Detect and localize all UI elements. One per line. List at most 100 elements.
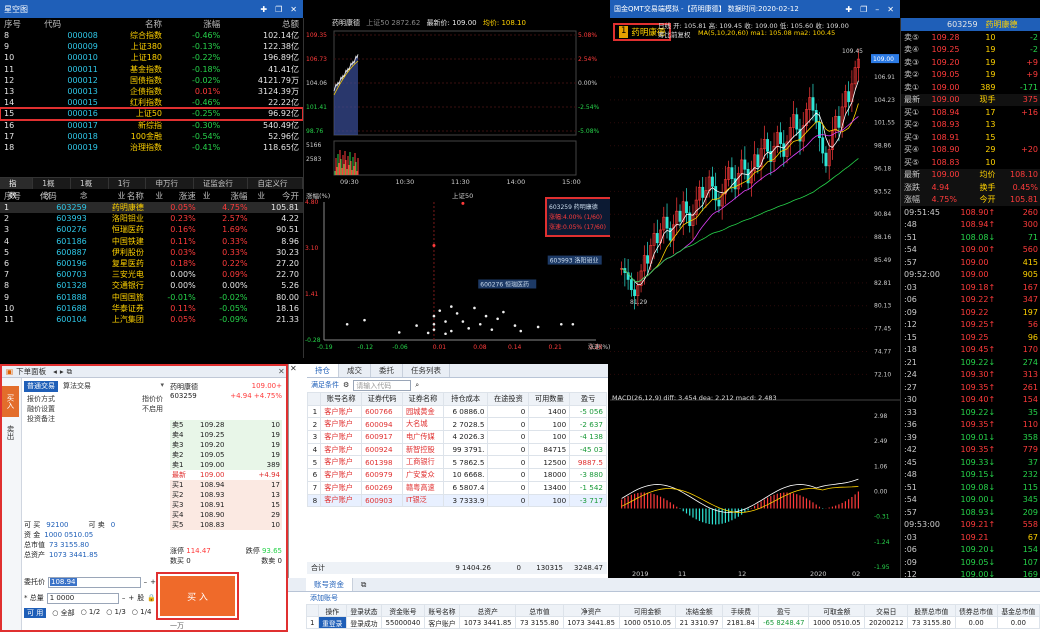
popout-icon[interactable]: ⧉	[353, 578, 374, 591]
index-col-header[interactable]: 代码	[40, 18, 102, 30]
ratio-radio[interactable]: ○ 1/2	[81, 608, 101, 618]
search-icon[interactable]: ⌕	[415, 381, 419, 390]
scatter-point[interactable]	[444, 332, 447, 336]
account-col-header[interactable]: 盈亏	[758, 604, 810, 617]
account-col-header[interactable]: 可取金额	[808, 604, 866, 617]
orderbook-row[interactable]: 卖2 109.05 19	[170, 450, 282, 460]
holdings-col-header[interactable]: 可用数量	[528, 392, 571, 406]
filter-label[interactable]: 满足条件	[311, 380, 339, 390]
table-cell[interactable]: 重登录	[317, 616, 347, 629]
orderbook-row[interactable]: 卖1 109.00 389	[170, 460, 282, 470]
scatter-point[interactable]	[513, 324, 517, 327]
table-row[interactable]: 13 000013 企债指数 0.01% 3124.39万	[0, 86, 303, 97]
index-col-header[interactable]: 序号	[0, 18, 40, 30]
scatter-point[interactable]	[484, 314, 488, 318]
account-col-header[interactable]: 净资产	[562, 604, 620, 617]
scatter-point[interactable]	[473, 306, 476, 310]
side-sell-tab[interactable]: 卖出	[2, 417, 19, 448]
quote-row[interactable]: 最新 109.00 均价 108.10	[901, 168, 1040, 181]
quote-row[interactable]: 卖② 109.05 19 +9	[901, 69, 1040, 82]
quote-row[interactable]: 买④ 108.90 29 +20	[901, 144, 1040, 157]
table-row[interactable]: 8 000008 综合指数 -0.46% 102.14亿	[0, 30, 303, 41]
table-row[interactable]: 10 601688 华泰证券 0.11% -0.05% 18.16	[0, 303, 303, 314]
scatter-point[interactable]	[438, 309, 442, 312]
table-row[interactable]: 9 601888 中国国旅 -0.01% -0.02% 80.00	[0, 292, 303, 303]
scatter-point[interactable]	[519, 329, 523, 333]
account-col-header[interactable]: 手续费	[722, 604, 760, 617]
scatter-point[interactable]	[478, 322, 482, 326]
tab-index-category[interactable]: 1概念	[33, 178, 71, 200]
account-col-header[interactable]: 股票总市值	[907, 604, 956, 617]
close-icon[interactable]: ✕	[278, 367, 285, 376]
quote-row[interactable]: 最新 109.00 现手 375	[901, 93, 1040, 106]
candle-body[interactable]	[730, 167, 734, 179]
tab-holdings[interactable]: 任务列表	[403, 364, 450, 377]
tab-normal-trade[interactable]: 普通交易	[24, 381, 58, 392]
prev-icon[interactable]: ◂	[53, 367, 57, 376]
account-col-header[interactable]	[306, 604, 319, 617]
table-row[interactable]: 15 000016 上证50 -0.25% 96.92亿	[0, 107, 303, 121]
table-row[interactable]: 2 603993 洛阳钼业 0.23% 2.57% 4.22	[0, 213, 303, 224]
table-row[interactable]: 6 600196 复星医药 0.18% 0.22% 27.20	[0, 258, 303, 269]
price-input[interactable]: 108.94	[48, 576, 141, 588]
quote-row[interactable]: 涨幅 4.75% 今开 105.81	[901, 193, 1040, 206]
candle-body[interactable]	[701, 186, 705, 198]
table-row[interactable]: 8 客户账户 600903 IT银泛 3 7333.9 0 100 -3 717	[306, 493, 607, 508]
orderbook-row[interactable]: 买3 108.91 15	[170, 500, 282, 510]
pin-icon[interactable]: ✚	[845, 5, 852, 14]
table-row[interactable]: 7 600703 三安光电 0.00% 0.09% 22.70	[0, 269, 303, 280]
popout-icon[interactable]: ⧉	[67, 367, 72, 377]
minus-icon[interactable]: –	[122, 594, 126, 602]
tab-index-category[interactable]: 申万行业	[146, 178, 194, 200]
scatter-point[interactable]	[502, 310, 505, 314]
scatter-point[interactable]	[432, 328, 436, 331]
candle-body[interactable]	[795, 114, 799, 130]
table-row[interactable]: 9 000009 上证380 -0.13% 122.38亿	[0, 41, 303, 52]
scatter-point[interactable]	[432, 243, 436, 247]
scatter-point[interactable]	[571, 322, 575, 326]
field-value[interactable]: 指价价	[103, 394, 166, 404]
table-row[interactable]: 5 客户账户 601398 工商银行 5 7862.5 0 12500 9887.5	[306, 455, 607, 470]
holdings-col-header[interactable]: 证券代码	[361, 392, 403, 406]
table-row[interactable]: 1 603259 药明康德 0.05% 4.75% 105.81	[0, 202, 303, 214]
account-col-header[interactable]: 冻结金额	[674, 604, 724, 617]
scatter-point[interactable]	[426, 331, 430, 335]
candle-body[interactable]	[837, 116, 841, 128]
table-row[interactable]: 2 客户账户 600094 大名城 2 7028.5 0 100 -2 637	[306, 417, 607, 432]
scatter-point[interactable]	[444, 320, 447, 323]
candle-body[interactable]	[811, 97, 815, 111]
account-col-header[interactable]: 可用金额	[618, 604, 676, 617]
close-icon[interactable]: ✕	[290, 364, 297, 373]
account-col-header[interactable]: 基金总市值	[996, 604, 1040, 617]
scatter-point[interactable]	[397, 331, 401, 334]
scatter-point[interactable]	[450, 329, 453, 333]
quote-row[interactable]: 卖① 109.00 389 -171	[901, 81, 1040, 94]
restore-icon[interactable]: ❐	[275, 5, 282, 14]
scatter-point[interactable]	[461, 320, 465, 323]
stock-col-header[interactable]: 名称	[91, 190, 148, 202]
table-row[interactable]: 18 000019 治理指数 -0.41% 118.65亿	[0, 142, 303, 153]
scatter-point[interactable]	[559, 322, 563, 326]
field-value[interactable]: 不启用	[103, 404, 166, 414]
account-col-header[interactable]: 总市值	[515, 604, 564, 617]
table-row[interactable]: 4 客户账户 600924 新智控股 99 3791. 0 84715 -45 03	[306, 442, 607, 457]
candle-body[interactable]	[743, 159, 747, 170]
holdings-col-header[interactable]: 在途投资	[487, 392, 530, 406]
holdings-col-header[interactable]: 持仓成本	[442, 392, 489, 406]
account-col-header[interactable]: 账号名称	[423, 604, 461, 617]
scatter-point[interactable]	[415, 324, 418, 327]
quote-row[interactable]: 卖④ 109.25 19 -2	[901, 44, 1040, 57]
table-row[interactable]: 4 601186 中国铁建 0.11% 0.33% 8.96	[0, 236, 303, 247]
table-row[interactable]: 1 客户账户 600766 园城黄金 6 0886.0 0 1400 -5 056	[306, 404, 607, 419]
table-row[interactable]: 16 000017 新综指 -0.30% 540.49亿	[0, 120, 303, 131]
table-row[interactable]: 8 601328 交通银行 0.00% 0.00% 5.26	[0, 280, 303, 291]
candle-body[interactable]	[668, 227, 672, 241]
account-col-header[interactable]: 交易日	[864, 604, 909, 617]
stock-col-header[interactable]: 代码	[36, 190, 91, 202]
minus-icon[interactable]: –	[144, 578, 148, 586]
table-row[interactable]: 11 000011 基金指数 -0.18% 41.41亿	[0, 64, 303, 75]
scatter-point[interactable]	[345, 322, 349, 326]
scatter-point[interactable]	[467, 327, 470, 330]
candle-body[interactable]	[847, 91, 851, 103]
scatter-point[interactable]	[496, 317, 499, 321]
